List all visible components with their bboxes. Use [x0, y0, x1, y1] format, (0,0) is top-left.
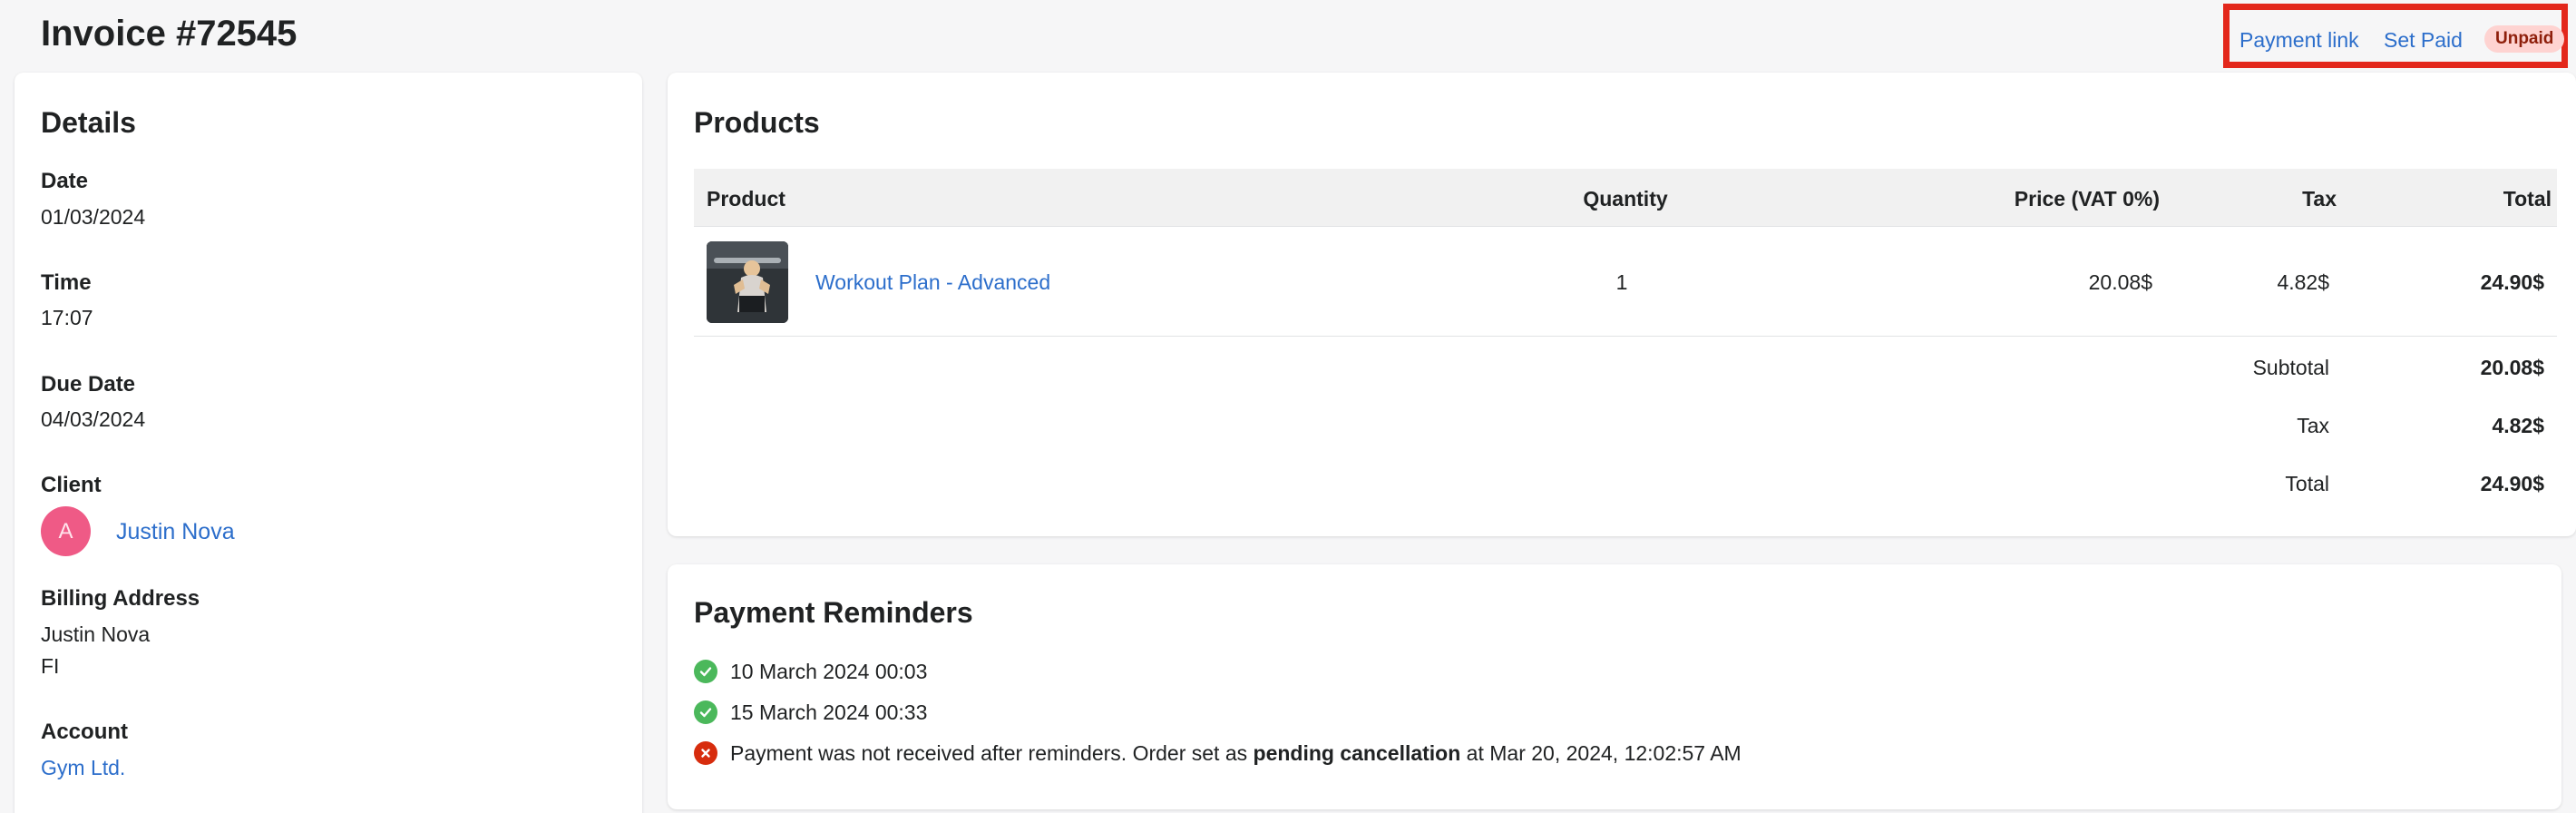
date-value: 01/03/2024	[41, 205, 146, 229]
invoice-page: Invoice #72545 Payment link Set Paid Unp…	[0, 0, 2576, 813]
column-total: Total	[2503, 187, 2552, 211]
reminder-failure-item: Payment was not received after reminders…	[694, 740, 1742, 767]
billing-country: FI	[41, 654, 60, 678]
total-summary-value: 24.90$	[2480, 472, 2544, 495]
page-title: Invoice #72545	[41, 14, 298, 54]
column-quantity: Quantity	[1583, 187, 1668, 211]
status-badge: Unpaid	[2484, 25, 2565, 53]
product-total: 24.90$	[2480, 270, 2544, 294]
reminders-title: Payment Reminders	[694, 596, 973, 629]
reminder-text: 10 March 2024 00:03	[730, 660, 928, 683]
payment-reminders-card: Payment Reminders 10 March 2024 00:03 15…	[668, 564, 2561, 809]
details-card: Details Date 01/03/2024 Time 17:07 Due D…	[15, 73, 642, 813]
check-circle-icon	[694, 700, 717, 724]
check-circle-icon	[694, 660, 717, 683]
account-link[interactable]: Gym Ltd.	[41, 755, 125, 780]
tax-summary-label: Tax	[2297, 414, 2329, 437]
products-title: Products	[694, 106, 820, 139]
product-price: 20.08$	[2088, 270, 2152, 294]
reminder-text: 15 March 2024 00:33	[730, 700, 928, 724]
product-image-icon	[707, 241, 788, 323]
failure-text-before: Payment was not received after reminders…	[730, 741, 1254, 765]
products-card: Products Product Quantity Price (VAT 0%)…	[668, 73, 2576, 536]
reminder-item: 15 March 2024 00:33	[694, 699, 927, 726]
header-actions-highlight: Payment link Set Paid Unpaid	[2223, 4, 2568, 68]
client-link[interactable]: Justin Nova	[116, 518, 235, 545]
date-label: Date	[41, 169, 89, 193]
avatar[interactable]: A	[41, 506, 91, 556]
product-tax: 4.82$	[2277, 270, 2329, 294]
column-tax: Tax	[2302, 187, 2337, 211]
subtotal-label: Subtotal	[2252, 356, 2329, 379]
billing-name: Justin Nova	[41, 622, 151, 646]
products-table-header: Product Quantity Price (VAT 0%) Tax Tota…	[694, 169, 2557, 227]
account-label: Account	[41, 720, 128, 744]
due-date-label: Due Date	[41, 372, 136, 397]
total-summary-label: Total	[2285, 472, 2329, 495]
reminder-item: 10 March 2024 00:03	[694, 658, 927, 685]
tax-summary-value: 4.82$	[2492, 414, 2544, 437]
time-label: Time	[41, 270, 92, 295]
details-title: Details	[41, 106, 136, 139]
failure-text-after: at Mar 20, 2024, 12:02:57 AM	[1460, 741, 1742, 765]
set-paid-button[interactable]: Set Paid	[2384, 28, 2463, 52]
due-date-value: 04/03/2024	[41, 407, 146, 431]
time-value: 17:07	[41, 306, 93, 329]
product-thumbnail[interactable]	[707, 241, 788, 323]
billing-address-label: Billing Address	[41, 586, 200, 611]
row-divider	[694, 336, 2557, 337]
error-circle-icon	[694, 741, 717, 765]
product-link[interactable]: Workout Plan - Advanced	[815, 270, 1050, 294]
column-product: Product	[707, 187, 785, 211]
product-quantity: 1	[1615, 270, 1628, 294]
client-label: Client	[41, 473, 102, 497]
failure-highlight: pending cancellation	[1253, 741, 1461, 765]
reminder-failure-text: Payment was not received after reminders…	[730, 740, 1742, 766]
subtotal-value: 20.08$	[2480, 356, 2544, 379]
payment-link-button[interactable]: Payment link	[2239, 28, 2359, 52]
column-price: Price (VAT 0%)	[2014, 187, 2160, 211]
